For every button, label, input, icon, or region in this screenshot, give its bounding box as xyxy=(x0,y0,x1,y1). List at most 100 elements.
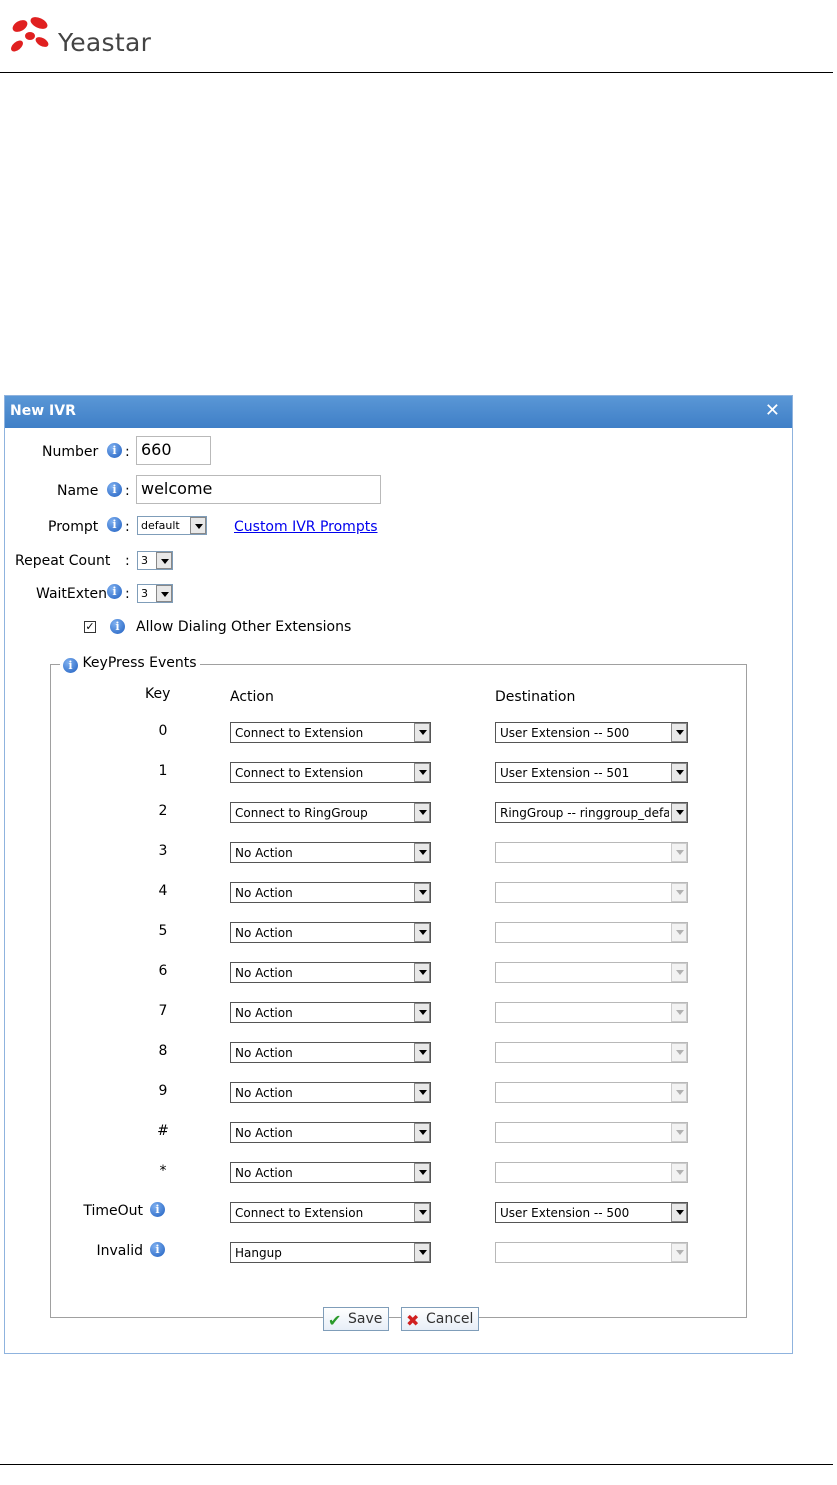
info-icon[interactable]: i xyxy=(110,619,125,634)
colon: : xyxy=(125,553,130,569)
action-select[interactable]: No Action xyxy=(230,842,431,863)
cancel-button-label: Cancel xyxy=(426,1311,474,1327)
action-select-value: Connect to Extension xyxy=(235,726,364,740)
action-select[interactable]: Connect to RingGroup xyxy=(230,802,431,823)
chevron-down-icon[interactable] xyxy=(671,1083,687,1102)
chevron-down-icon[interactable] xyxy=(414,1043,430,1062)
destination-select[interactable] xyxy=(495,882,688,903)
chevron-down-icon[interactable] xyxy=(414,1003,430,1022)
destination-select-value: RingGroup -- ringgroup_defa xyxy=(500,806,669,820)
action-select[interactable]: Connect to Extension xyxy=(230,722,431,743)
destination-select[interactable]: User Extension -- 501 xyxy=(495,762,688,783)
action-select[interactable]: Connect to Extension xyxy=(230,1202,431,1223)
name-field[interactable]: welcome xyxy=(136,475,381,504)
info-icon[interactable]: i xyxy=(150,1202,165,1217)
destination-select[interactable] xyxy=(495,1082,688,1103)
colon: : xyxy=(125,483,130,499)
action-select-value: Hangup xyxy=(235,1246,282,1260)
action-select[interactable]: No Action xyxy=(230,1162,431,1183)
action-select[interactable]: No Action xyxy=(230,1042,431,1063)
chevron-down-icon[interactable] xyxy=(414,923,430,942)
chevron-down-icon[interactable] xyxy=(671,1043,687,1062)
chevron-down-icon[interactable] xyxy=(671,923,687,942)
destination-select[interactable] xyxy=(495,962,688,983)
chevron-down-icon[interactable] xyxy=(414,1123,430,1142)
key-label: 3 xyxy=(158,843,168,859)
number-field[interactable]: 660 xyxy=(136,436,211,465)
chevron-down-icon[interactable] xyxy=(156,552,172,569)
action-select-value: No Action xyxy=(235,926,293,940)
action-select[interactable]: No Action xyxy=(230,1082,431,1103)
key-label: 4 xyxy=(158,883,168,899)
chevron-down-icon[interactable] xyxy=(671,1243,687,1262)
chevron-down-icon[interactable] xyxy=(414,883,430,902)
chevron-down-icon[interactable] xyxy=(414,963,430,982)
destination-select[interactable] xyxy=(495,1162,688,1183)
chevron-down-icon[interactable] xyxy=(671,963,687,982)
repeat-count-select[interactable]: 3 xyxy=(137,551,173,570)
chevron-down-icon[interactable] xyxy=(414,1203,430,1222)
close-icon[interactable]: ✕ xyxy=(765,400,780,421)
info-icon[interactable]: i xyxy=(107,517,122,532)
chevron-down-icon[interactable] xyxy=(190,517,206,534)
chevron-down-icon[interactable] xyxy=(671,1123,687,1142)
save-button[interactable]: ✔ Save xyxy=(323,1307,389,1331)
key-label: Invalid xyxy=(96,1243,143,1259)
action-select[interactable]: No Action xyxy=(230,922,431,943)
key-label: 6 xyxy=(158,963,168,979)
chevron-down-icon[interactable] xyxy=(414,803,430,822)
cancel-button[interactable]: ✖ Cancel xyxy=(401,1307,479,1331)
custom-ivr-prompts-link[interactable]: Custom IVR Prompts xyxy=(234,519,378,535)
action-select-value: No Action xyxy=(235,1086,293,1100)
destination-select[interactable] xyxy=(495,1122,688,1143)
action-select[interactable]: No Action xyxy=(230,962,431,983)
key-label: TimeOut xyxy=(83,1203,143,1219)
action-select[interactable]: No Action xyxy=(230,882,431,903)
info-icon[interactable]: i xyxy=(107,443,122,458)
dialog-title: New IVR xyxy=(10,403,76,419)
action-select[interactable]: Connect to Extension xyxy=(230,762,431,783)
waitexten-select[interactable]: 3 xyxy=(137,584,173,603)
destination-select[interactable] xyxy=(495,842,688,863)
chevron-down-icon[interactable] xyxy=(671,883,687,902)
number-label: Number xyxy=(42,444,99,460)
key-label: 0 xyxy=(158,723,168,739)
yeastar-logo-icon xyxy=(11,17,49,52)
info-icon[interactable]: i xyxy=(63,658,78,673)
destination-select[interactable] xyxy=(495,1242,688,1263)
info-icon[interactable]: i xyxy=(107,584,122,599)
info-icon[interactable]: i xyxy=(150,1242,165,1257)
chevron-down-icon[interactable] xyxy=(414,1083,430,1102)
repeat-count-value: 3 xyxy=(141,554,148,567)
chevron-down-icon[interactable] xyxy=(671,1163,687,1182)
destination-select[interactable]: User Extension -- 500 xyxy=(495,1202,688,1223)
destination-select[interactable] xyxy=(495,1002,688,1023)
chevron-down-icon[interactable] xyxy=(414,723,430,742)
destination-select[interactable]: RingGroup -- ringgroup_defa xyxy=(495,802,688,823)
action-select[interactable]: No Action xyxy=(230,1122,431,1143)
chevron-down-icon[interactable] xyxy=(671,723,687,742)
action-select[interactable]: Hangup xyxy=(230,1242,431,1263)
chevron-down-icon[interactable] xyxy=(671,843,687,862)
yeastar-logo: Yeastar xyxy=(6,14,206,62)
prompt-select[interactable]: default xyxy=(137,516,207,535)
name-label: Name xyxy=(57,483,99,499)
chevron-down-icon[interactable] xyxy=(671,763,687,782)
chevron-down-icon[interactable] xyxy=(414,843,430,862)
chevron-down-icon[interactable] xyxy=(671,803,687,822)
chevron-down-icon[interactable] xyxy=(671,1003,687,1022)
info-icon[interactable]: i xyxy=(107,482,122,497)
dialog-titlebar[interactable]: New IVR ✕ xyxy=(5,396,792,428)
action-column-header: Action xyxy=(230,689,274,705)
chevron-down-icon[interactable] xyxy=(414,763,430,782)
chevron-down-icon[interactable] xyxy=(156,585,172,602)
chevron-down-icon[interactable] xyxy=(414,1243,430,1262)
chevron-down-icon[interactable] xyxy=(414,1163,430,1182)
destination-select[interactable] xyxy=(495,922,688,943)
action-select[interactable]: No Action xyxy=(230,1002,431,1023)
allow-dialing-checkbox[interactable]: ✓ xyxy=(84,621,96,633)
destination-select[interactable] xyxy=(495,1042,688,1063)
footer-divider xyxy=(0,1464,833,1465)
destination-select[interactable]: User Extension -- 500 xyxy=(495,722,688,743)
chevron-down-icon[interactable] xyxy=(671,1203,687,1222)
